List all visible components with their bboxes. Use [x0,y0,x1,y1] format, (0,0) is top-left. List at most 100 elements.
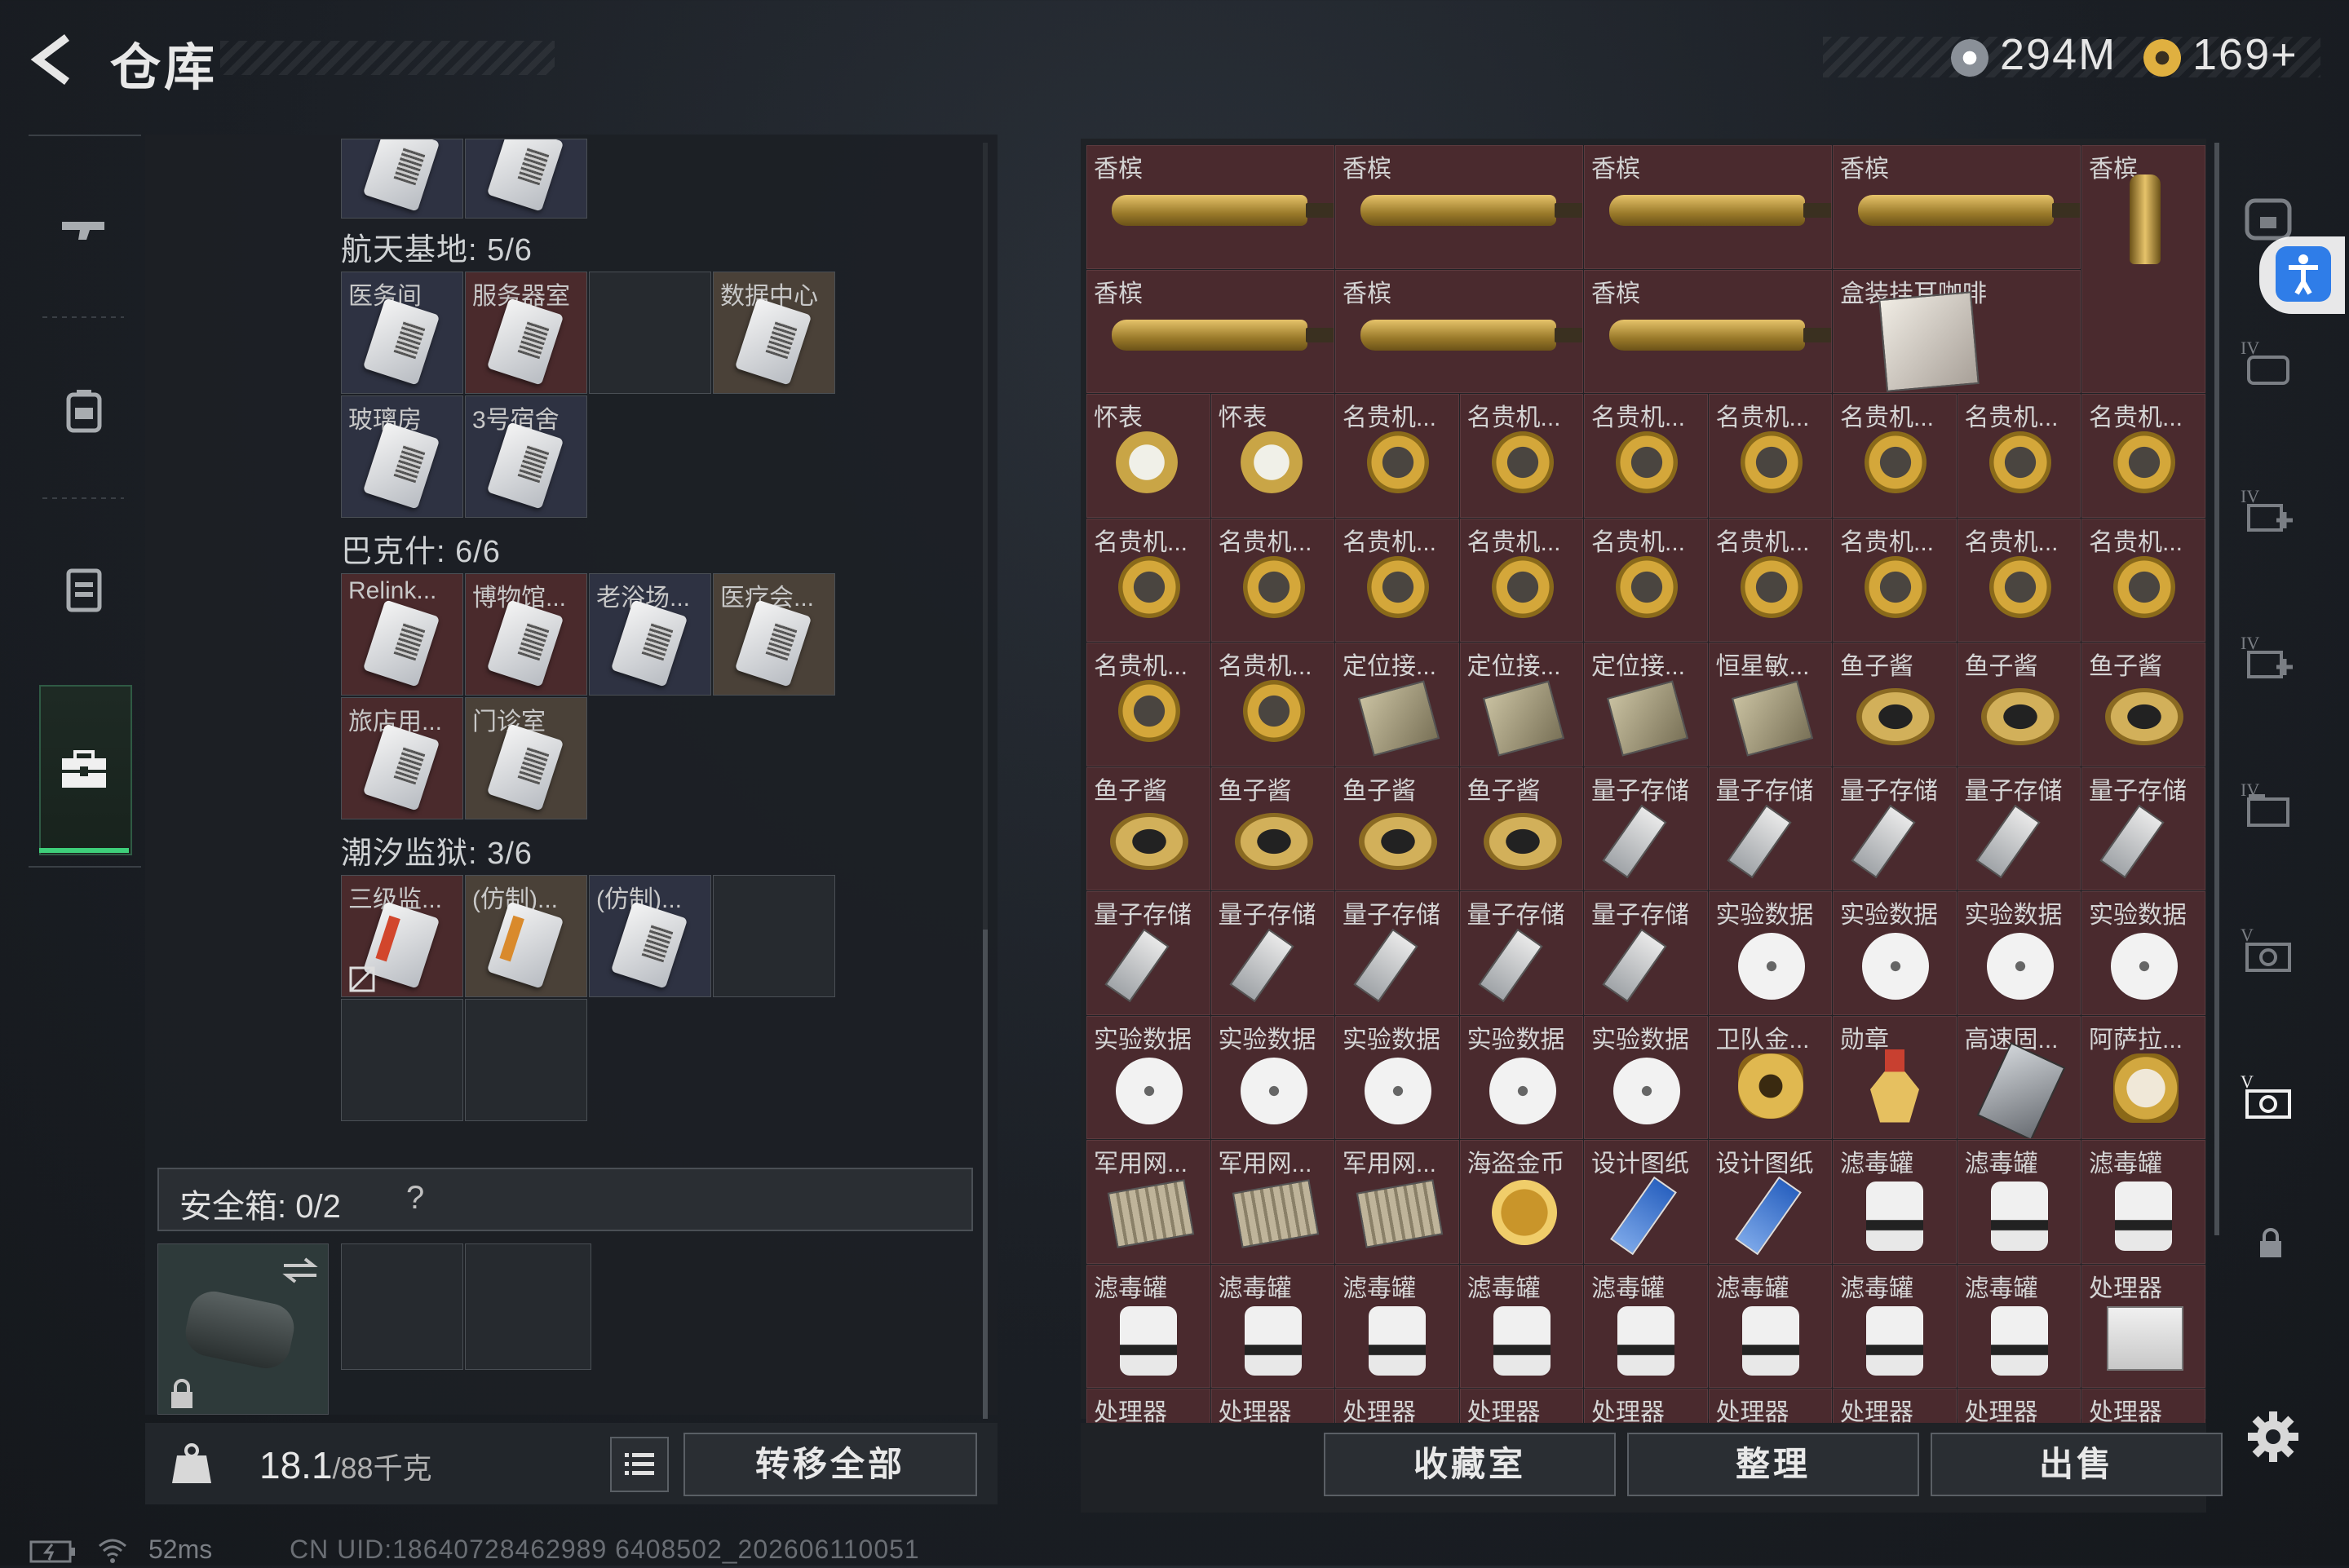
keycard-slot[interactable]: 医疗会... [713,573,835,696]
keycard-slot[interactable]: 博物馆... [465,573,587,696]
nav-backpack[interactable] [57,383,111,437]
champagne-item[interactable]: 香槟 [1086,269,1334,393]
blueprint-item[interactable]: 设计图纸 [1584,1140,1708,1264]
caviar-item[interactable]: 鱼子酱 [2081,643,2205,766]
sort-button[interactable]: 整理 [1627,1433,1919,1496]
champagne-item[interactable]: 香槟 [1086,145,1334,269]
luxury-watch-item[interactable]: 名贵机... [1335,394,1459,518]
keycard-slot[interactable]: 数据中心 [713,272,835,394]
luxury-watch-item[interactable]: 名贵机... [1210,643,1334,766]
keycard-slot[interactable]: 门诊室 [465,697,587,819]
gas-filter-item[interactable]: 滤毒罐 [2081,1140,2205,1264]
rail-tab-iv-c[interactable]: IV [2239,628,2298,687]
keycard-slot[interactable] [341,139,463,219]
gas-filter-item[interactable]: 滤毒罐 [1335,1264,1459,1388]
gas-filter-item[interactable]: 滤毒罐 [1833,1140,1957,1264]
quantum-storage-item[interactable]: 量子存储 [1708,766,1832,890]
keycard-slot-empty[interactable] [465,999,587,1121]
quantum-storage-item[interactable]: 量子存储 [1584,766,1708,890]
device-item[interactable]: 定位接... [1584,643,1708,766]
gas-filter-item[interactable]: 滤毒罐 [1086,1264,1210,1388]
luxury-watch-item[interactable]: 名贵机... [1335,518,1459,642]
experiment-data-item[interactable]: 实验数据 [2081,891,2205,1015]
quantum-storage-item[interactable]: 量子存储 [1335,891,1459,1015]
experiment-data-item[interactable]: 实验数据 [1957,891,2081,1015]
experiment-data-item[interactable]: 实验数据 [1459,1015,1583,1139]
keycard-slot[interactable]: (仿制)... [465,875,587,997]
keycard-slot[interactable]: 三级监... [341,875,463,997]
keycard-slot-empty[interactable] [713,875,835,997]
safebox-help-button[interactable]: ? [406,1180,424,1217]
luxury-watch-item[interactable]: 名贵机... [1459,394,1583,518]
nav-vest[interactable] [57,563,111,616]
luxury-watch-item[interactable]: 名贵机... [2081,394,2205,518]
caviar-item[interactable]: 鱼子酱 [1833,643,1957,766]
pocket-watch-item[interactable]: 怀表 [1086,394,1210,518]
quantum-storage-item[interactable]: 量子存储 [1957,766,2081,890]
rail-tab-iv-b[interactable]: IV [2239,481,2298,540]
champagne-item[interactable]: 香槟 [1335,145,1583,269]
experiment-data-item[interactable]: 实验数据 [1833,891,1957,1015]
luxury-watch-item[interactable]: 名贵机... [1584,518,1708,642]
keycard-slot[interactable]: 玻璃房 [341,395,463,518]
keycard-slot[interactable]: 医务间 [341,272,463,394]
keycard-slot[interactable]: Relink... [341,573,463,696]
scrollbar[interactable] [2214,143,2219,1235]
caviar-item[interactable]: 鱼子酱 [1335,766,1459,890]
ssd-item[interactable]: 高速固... [1957,1015,2081,1139]
luxury-watch-item[interactable]: 名贵机... [1708,518,1832,642]
keycard-slot-empty[interactable] [589,272,711,394]
swap-icon[interactable] [281,1254,320,1287]
coffee-box-item[interactable]: 盒装挂耳咖啡 [1833,269,2081,393]
experiment-data-item[interactable]: 实验数据 [1335,1015,1459,1139]
quantum-storage-item[interactable]: 量子存储 [2081,766,2205,890]
military-router-item[interactable]: 军用网... [1086,1140,1210,1264]
gas-filter-item[interactable]: 滤毒罐 [1210,1264,1334,1388]
luxury-watch-item[interactable]: 名贵机... [1086,643,1210,766]
keycard-slot-empty[interactable] [341,999,463,1121]
rail-tab-iv-a[interactable]: IV [2239,333,2298,391]
sell-button[interactable]: 出售 [1931,1433,2223,1496]
luxury-watch-item[interactable]: 名贵机... [1833,518,1957,642]
luxury-watch-item[interactable]: 名贵机... [1584,394,1708,518]
keycard-slot[interactable] [465,139,587,219]
caviar-item[interactable]: 鱼子酱 [1957,643,2081,766]
luxury-watch-item[interactable]: 名贵机... [1086,518,1210,642]
gas-filter-item[interactable]: 滤毒罐 [1708,1264,1832,1388]
quantum-storage-item[interactable]: 量子存储 [1459,891,1583,1015]
caviar-item[interactable]: 鱼子酱 [1210,766,1334,890]
champagne-item[interactable]: 香槟 [1584,145,1832,269]
back-button[interactable] [24,31,82,88]
caviar-item[interactable]: 鱼子酱 [1459,766,1583,890]
luxury-watch-item[interactable]: 名贵机... [1708,394,1832,518]
luxury-watch-item[interactable]: 名贵机... [1833,394,1957,518]
device-item[interactable]: 定位接... [1459,643,1583,766]
luxury-watch-item[interactable]: 名贵机... [1210,518,1334,642]
luxury-watch-item[interactable]: 名贵机... [1459,518,1583,642]
experiment-data-item[interactable]: 实验数据 [1708,891,1832,1015]
experiment-data-item[interactable]: 实验数据 [1584,1015,1708,1139]
keycard-slot[interactable]: 3号宿舍 [465,395,587,518]
safebox-container[interactable] [157,1243,329,1415]
gas-filter-item[interactable]: 滤毒罐 [1833,1264,1957,1388]
military-router-item[interactable]: 军用网... [1335,1140,1459,1264]
nav-storage[interactable] [57,744,111,797]
experiment-data-item[interactable]: 实验数据 [1086,1015,1210,1139]
processor-item[interactable]: 处理器 [2081,1264,2205,1388]
nav-weapons[interactable] [57,204,111,258]
rail-tab-iv-d[interactable]: IV [2239,775,2298,833]
medal-item[interactable]: 勋章 [1833,1015,1957,1139]
gas-filter-item[interactable]: 滤毒罐 [1459,1264,1583,1388]
blueprint-item[interactable]: 设计图纸 [1708,1140,1832,1264]
gas-filter-item[interactable]: 滤毒罐 [1957,1140,2081,1264]
keycard-slot[interactable]: (仿制)... [589,875,711,997]
gas-filter-item[interactable]: 滤毒罐 [1957,1264,2081,1388]
keycard-slot[interactable]: 旅店用... [341,697,463,819]
luxury-watch-item[interactable]: 名贵机... [2081,518,2205,642]
keycard-slot[interactable]: 老浴场... [589,573,711,696]
rail-tab-v-a[interactable]: V [2239,920,2298,978]
luxury-watch-item[interactable]: 名贵机... [1957,394,2081,518]
quantum-storage-item[interactable]: 量子存储 [1086,891,1210,1015]
quantum-storage-item[interactable]: 量子存储 [1210,891,1334,1015]
champagne-item[interactable]: 香槟 [1584,269,1832,393]
